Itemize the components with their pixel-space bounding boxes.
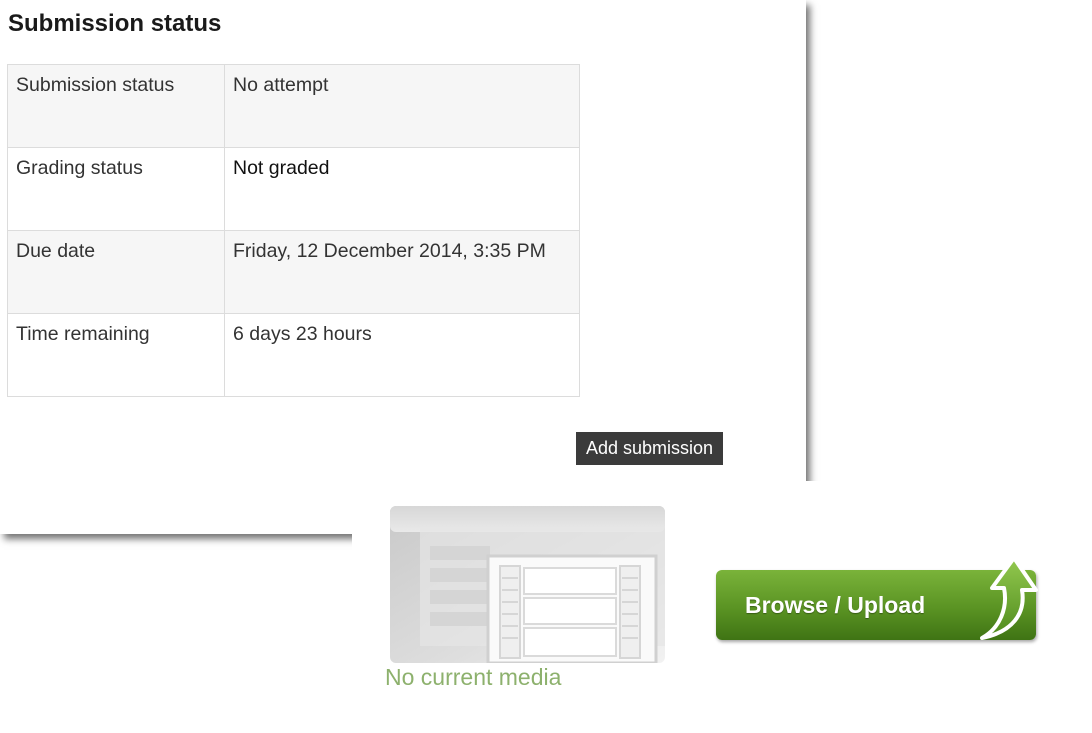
browse-upload-button[interactable]: Browse / Upload	[716, 552, 1038, 642]
row-label: Time remaining	[7, 313, 225, 397]
row-value: No attempt	[224, 64, 580, 148]
add-submission-button[interactable]: Add submission	[576, 432, 723, 465]
row-value: Friday, 12 December 2014, 3:35 PM	[224, 230, 580, 314]
table-row: Grading status Not graded	[7, 147, 580, 231]
table-row: Time remaining 6 days 23 hours	[7, 313, 580, 397]
row-value: Not graded	[224, 147, 580, 231]
table-row: Due date Friday, 12 December 2014, 3:35 …	[7, 230, 580, 314]
submission-status-table: Submission status No attempt Grading sta…	[7, 64, 580, 397]
section-title: Submission status	[8, 10, 222, 37]
submission-status-panel: Submission status Submission status No a…	[0, 0, 806, 534]
row-label: Submission status	[7, 64, 225, 148]
row-label: Grading status	[7, 147, 225, 231]
media-caption: No current media	[385, 664, 562, 690]
row-label: Due date	[7, 230, 225, 314]
up-arrow-icon	[980, 556, 1038, 640]
screenshot-stage: Submission status Submission status No a…	[0, 0, 1092, 733]
browse-upload-label: Browse / Upload	[745, 592, 926, 618]
row-value: 6 days 23 hours	[224, 313, 580, 397]
film-placeholder-icon[interactable]	[390, 506, 665, 663]
table-row: Submission status No attempt	[7, 64, 580, 148]
